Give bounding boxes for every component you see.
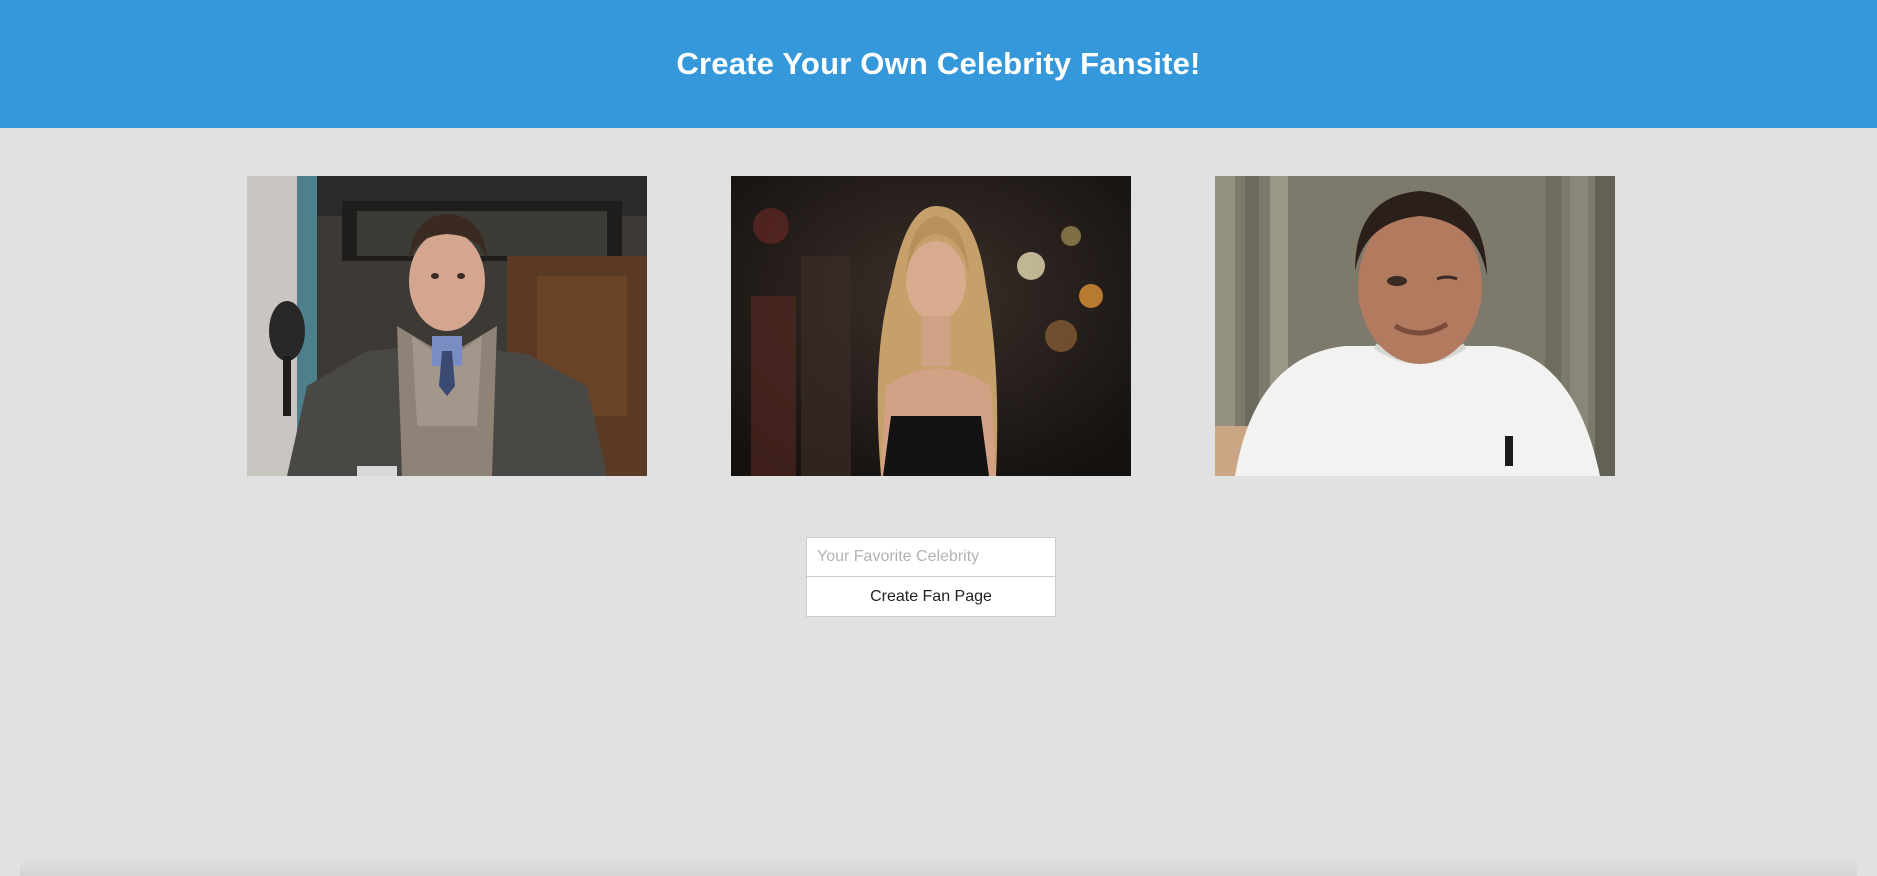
celebrity-photo-2 — [731, 176, 1131, 476]
page-title: Create Your Own Celebrity Fansite! — [676, 46, 1201, 81]
celebrity-name-input[interactable] — [806, 537, 1056, 577]
bottom-shadow — [20, 858, 1857, 876]
celebrity-photo-3 — [1215, 176, 1615, 476]
fan-page-form: Create Fan Page — [806, 537, 1056, 617]
create-fan-page-button[interactable]: Create Fan Page — [806, 577, 1056, 617]
page-header: Create Your Own Celebrity Fansite! — [0, 0, 1877, 128]
celebrity-photo-1 — [247, 176, 647, 476]
